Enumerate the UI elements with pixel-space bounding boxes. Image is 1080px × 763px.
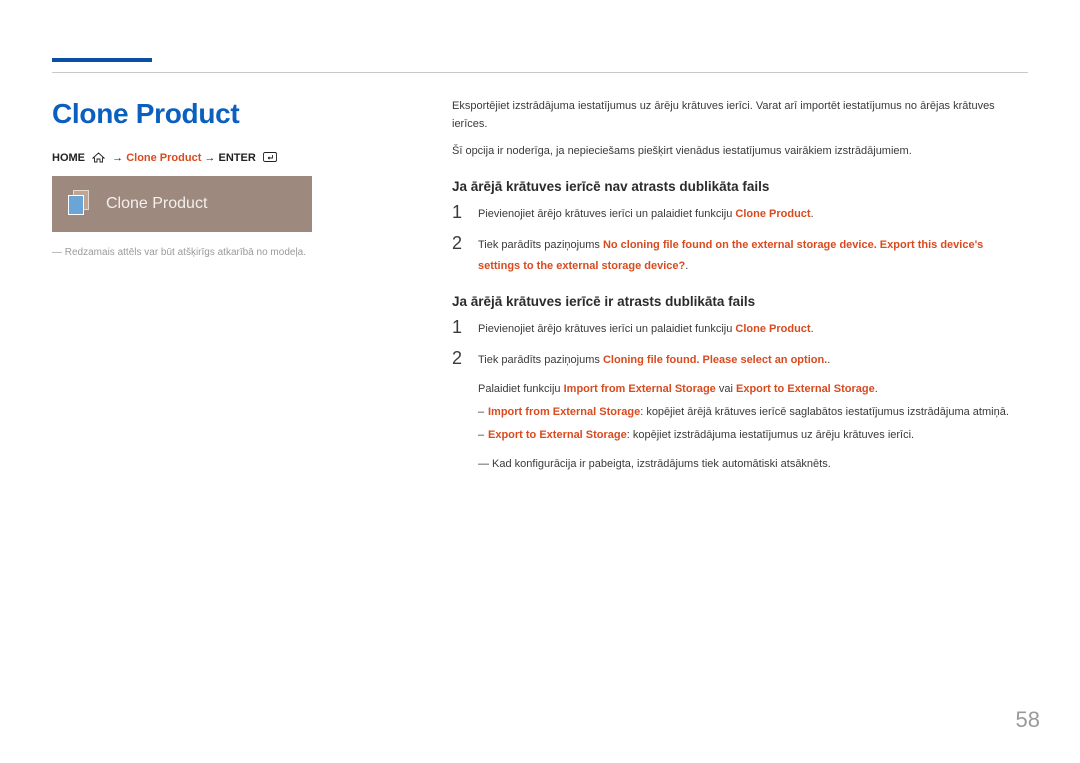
intro-line-2: Šī opcija ir noderīga, ja nepieciešams p… xyxy=(452,143,1028,161)
dash-icon: ‒ xyxy=(478,425,488,446)
tile-label: Clone Product xyxy=(106,195,207,213)
step-body: Pievienojiet ārējo krātuves ierīci un pa… xyxy=(478,202,814,225)
s2-step-2: 2 Tiek parādīts paziņojums Cloning file … xyxy=(452,348,1028,371)
step-body: Tiek parādīts paziņojums Cloning file fo… xyxy=(478,348,830,371)
step-body: Pievienojiet ārējo krātuves ierīci un pa… xyxy=(478,317,814,340)
breadcrumb: HOME → Clone Product → ENTER xyxy=(52,152,412,164)
intro-block: Eksportējiet izstrādājuma iestatījumus u… xyxy=(452,98,1028,161)
home-icon xyxy=(92,152,105,163)
left-note: ― Redzamais attēls var būt atšķirīgs atk… xyxy=(52,246,412,260)
run-line: Palaidiet funkciju Import from External … xyxy=(478,379,1028,400)
text: . xyxy=(811,323,814,335)
page-root: Clone Product HOME → Clone Product → ENT… xyxy=(0,0,1080,763)
emph-clone-product: Clone Product xyxy=(735,208,810,220)
text: : kopējiet ārējā krātuves ierīcē saglabā… xyxy=(640,406,1009,418)
sub-list: Palaidiet funkciju Import from External … xyxy=(478,379,1028,475)
content-area: Clone Product HOME → Clone Product → ENT… xyxy=(52,98,1028,477)
clone-product-tile: Clone Product xyxy=(52,176,312,232)
emph-export: Export to External Storage xyxy=(488,429,627,441)
emph-export: Export to External Storage xyxy=(736,383,875,395)
right-column: Eksportējiet izstrādājuma iestatījumus u… xyxy=(452,98,1028,475)
page-title: Clone Product xyxy=(52,98,412,130)
bullet-import: ‒ Import from External Storage: kopējiet… xyxy=(478,402,1028,423)
enter-icon xyxy=(263,152,277,163)
text: : kopējiet izstrādājuma iestatījumus uz … xyxy=(627,429,914,441)
breadcrumb-home: HOME xyxy=(52,152,85,164)
text: Tiek parādīts paziņojums xyxy=(478,239,603,251)
text: Pievienojiet ārējo krātuves ierīci un pa… xyxy=(478,208,735,220)
text: vai xyxy=(716,383,736,395)
emph-cloning-file-found: Cloning file found. Please select an opt… xyxy=(603,354,827,366)
s1-step-2: 2 Tiek parādīts paziņojums No cloning fi… xyxy=(452,233,1028,277)
accent-bar xyxy=(52,58,152,62)
emph-import: Import from External Storage xyxy=(564,383,716,395)
step-number: 1 xyxy=(452,202,466,224)
dash-icon: ‒ xyxy=(478,402,488,423)
text: . xyxy=(811,208,814,220)
step-number: 2 xyxy=(452,233,466,255)
s2-step-1: 1 Pievienojiet ārējo krātuves ierīci un … xyxy=(452,317,1028,340)
text: Tiek parādīts paziņojums xyxy=(478,354,603,366)
step-number: 1 xyxy=(452,317,466,339)
emph-import: Import from External Storage xyxy=(488,406,640,418)
left-column: Clone Product HOME → Clone Product → ENT… xyxy=(52,98,412,260)
step-body: Tiek parādīts paziņojums No cloning file… xyxy=(478,233,1028,277)
text: . xyxy=(827,354,830,366)
breadcrumb-enter: ENTER xyxy=(218,152,255,164)
section-2-heading: Ja ārējā krātuves ierīcē ir atrasts dubl… xyxy=(452,294,1028,309)
section-1-heading: Ja ārējā krātuves ierīcē nav atrasts dub… xyxy=(452,179,1028,194)
step-number: 2 xyxy=(452,348,466,370)
bullet-export: ‒ Export to External Storage: kopējiet i… xyxy=(478,425,1028,446)
top-rule xyxy=(52,72,1028,73)
breadcrumb-arrow-2: → xyxy=(204,152,215,164)
breadcrumb-product: Clone Product xyxy=(126,152,201,164)
clone-product-icon xyxy=(66,190,94,218)
text: Palaidiet funkciju xyxy=(478,383,564,395)
text: Pievienojiet ārējo krātuves ierīci un pa… xyxy=(478,323,735,335)
breadcrumb-arrow-1: → xyxy=(112,152,123,164)
text: . xyxy=(875,383,878,395)
emph-clone-product: Clone Product xyxy=(735,323,810,335)
foot-note: ― Kad konfigurācija ir pabeigta, izstrād… xyxy=(478,454,1028,475)
s1-step-1: 1 Pievienojiet ārējo krātuves ierīci un … xyxy=(452,202,1028,225)
page-number: 58 xyxy=(1016,707,1040,733)
intro-line-1: Eksportējiet izstrādājuma iestatījumus u… xyxy=(452,98,1028,133)
text: . xyxy=(685,260,688,272)
